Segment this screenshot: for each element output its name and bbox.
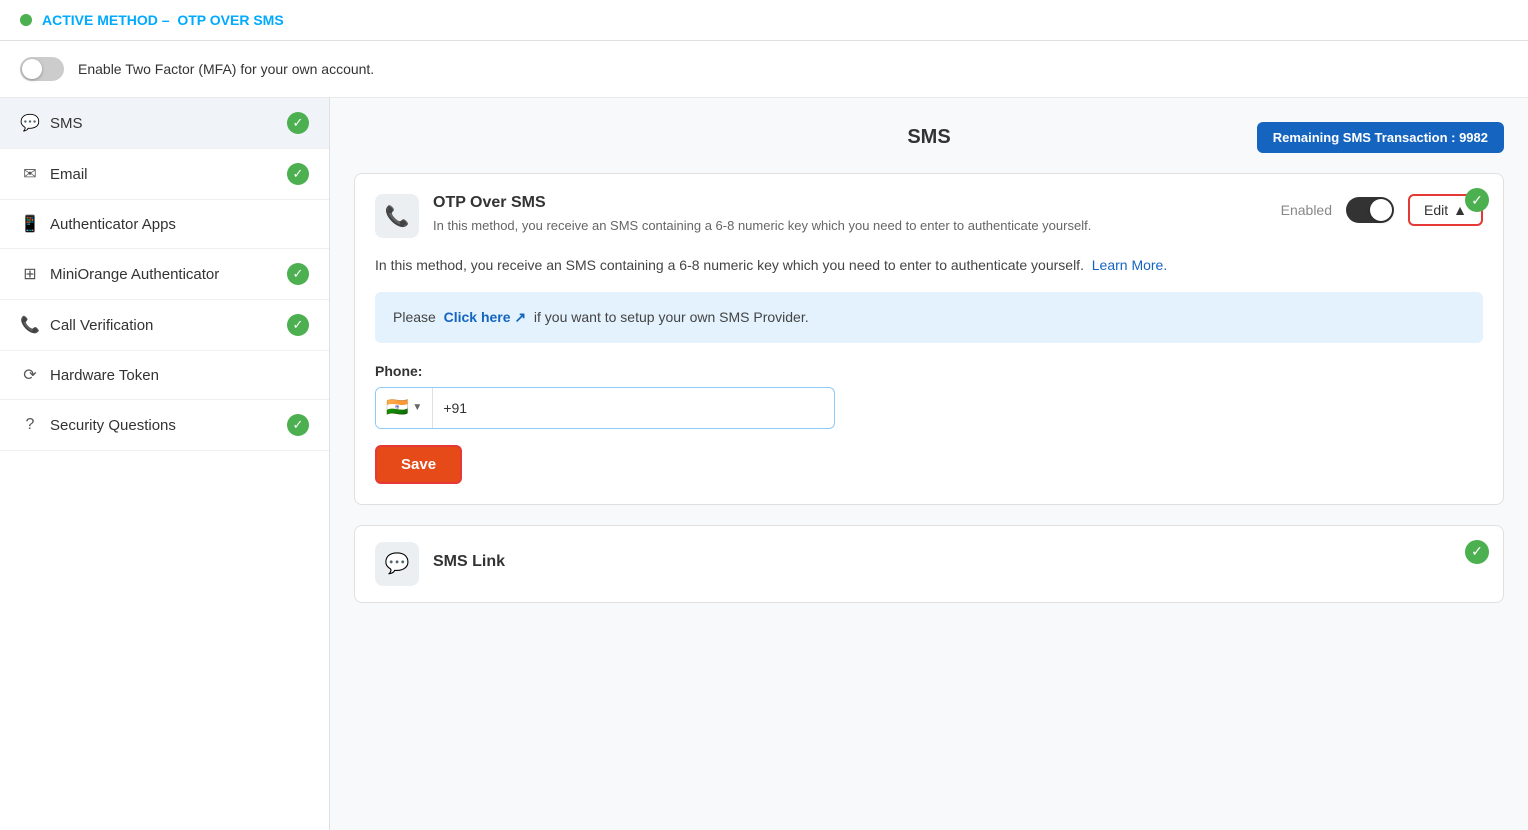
enabled-status: Enabled	[1281, 202, 1332, 218]
sidebar-item-email-label: Email	[50, 166, 88, 183]
card2-check: ✓	[1465, 540, 1489, 564]
save-button[interactable]: Save	[375, 445, 462, 484]
security-icon: ?	[20, 416, 40, 434]
miniorange-check: ✓	[287, 263, 309, 285]
email-icon: ✉	[20, 164, 40, 184]
flag-caret: ▼	[412, 402, 422, 413]
method-name: OTP Over SMS	[433, 194, 1091, 212]
sidebar-item-security-label: Security Questions	[50, 417, 176, 434]
learn-more-link[interactable]: Learn More.	[1092, 257, 1167, 273]
panel-header: SMS Remaining SMS Transaction : 9982	[354, 122, 1504, 153]
sidebar-item-authenticator[interactable]: 📱 Authenticator Apps	[0, 200, 329, 249]
call-check: ✓	[287, 314, 309, 336]
card-description: In this method, you receive an SMS conta…	[375, 254, 1483, 276]
sidebar-item-sms-label: SMS	[50, 115, 83, 132]
flag-selector[interactable]: 🇮🇳 ▼	[376, 388, 433, 428]
sms-link-card: ✓ 💬 SMS Link	[354, 525, 1504, 603]
sms-link-icon: 💬	[375, 542, 419, 586]
sidebar-item-sms[interactable]: 💬 SMS ✓	[0, 98, 329, 149]
email-check: ✓	[287, 163, 309, 185]
otp-sms-card: ✓ 📞 OTP Over SMS In this method, you rec…	[354, 173, 1504, 505]
mfa-row: Enable Two Factor (MFA) for your own acc…	[0, 41, 1528, 98]
main-content: 💬 SMS ✓ ✉ Email ✓ 📱 Authenticator Apps	[0, 98, 1528, 830]
mfa-toggle[interactable]	[20, 57, 64, 81]
sidebar-item-authenticator-label: Authenticator Apps	[50, 216, 176, 233]
flag-emoji: 🇮🇳	[386, 397, 408, 418]
right-panel: SMS Remaining SMS Transaction : 9982 ✓ 📞…	[330, 98, 1528, 830]
mfa-label: Enable Two Factor (MFA) for your own acc…	[78, 61, 374, 77]
sms-badge: Remaining SMS Transaction : 9982	[1257, 122, 1504, 153]
sms-check: ✓	[287, 112, 309, 134]
phone-label: Phone:	[375, 363, 1483, 379]
security-check: ✓	[287, 414, 309, 436]
phone-input-row: 🇮🇳 ▼	[375, 387, 835, 429]
hardware-icon: ⟳	[20, 365, 40, 385]
sidebar-item-hardware[interactable]: ⟳ Hardware Token	[0, 351, 329, 400]
authenticator-icon: 📱	[20, 214, 40, 234]
phone-input[interactable]	[433, 400, 834, 416]
method-desc: In this method, you receive an SMS conta…	[433, 216, 1091, 236]
panel-title: SMS	[574, 126, 1284, 149]
info-box: Please Click here ↗ if you want to setup…	[375, 292, 1483, 342]
method-toggle[interactable]	[1346, 197, 1394, 223]
call-icon: 📞	[20, 315, 40, 335]
card1-check: ✓	[1465, 188, 1489, 212]
sidebar-item-call-label: Call Verification	[50, 317, 153, 334]
sidebar-item-email[interactable]: ✉ Email ✓	[0, 149, 329, 200]
active-method-label: ACTIVE METHOD – OTP OVER SMS	[42, 12, 284, 28]
sidebar-item-hardware-label: Hardware Token	[50, 367, 159, 384]
sidebar-item-miniorange-label: MiniOrange Authenticator	[50, 266, 219, 283]
sidebar-item-security[interactable]: ? Security Questions ✓	[0, 400, 329, 451]
method-icon: 📞	[375, 194, 419, 238]
active-dot	[20, 14, 32, 26]
sidebar: 💬 SMS ✓ ✉ Email ✓ 📱 Authenticator Apps	[0, 98, 330, 830]
sms-icon: 💬	[20, 113, 40, 133]
sidebar-item-call[interactable]: 📞 Call Verification ✓	[0, 300, 329, 351]
click-here-link[interactable]: Click here ↗	[444, 309, 527, 325]
top-bar: ACTIVE METHOD – OTP OVER SMS	[0, 0, 1528, 41]
sms-link-name: SMS Link	[433, 553, 505, 571]
sidebar-item-miniorange[interactable]: ⊞ MiniOrange Authenticator ✓	[0, 249, 329, 300]
miniorange-icon: ⊞	[20, 264, 40, 284]
